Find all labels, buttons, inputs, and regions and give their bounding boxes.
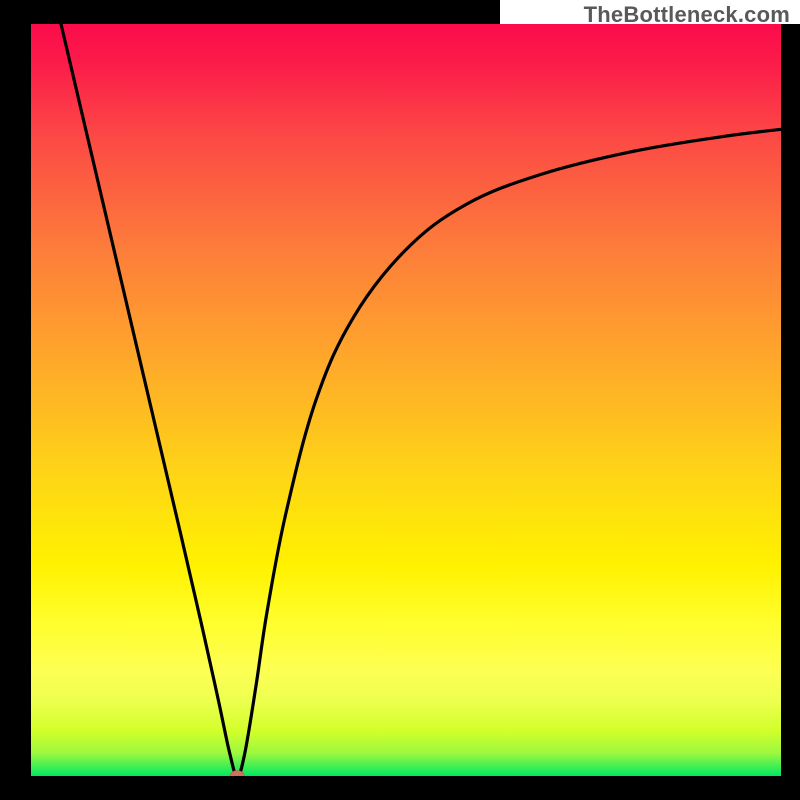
axis-right [781, 0, 800, 800]
watermark-text: TheBottleneck.com [584, 2, 790, 28]
bottleneck-chart: TheBottleneck.com [0, 0, 800, 800]
plot-background [31, 24, 781, 776]
chart-svg [0, 0, 800, 800]
axis-bottom [0, 776, 800, 800]
axis-left [0, 0, 31, 800]
